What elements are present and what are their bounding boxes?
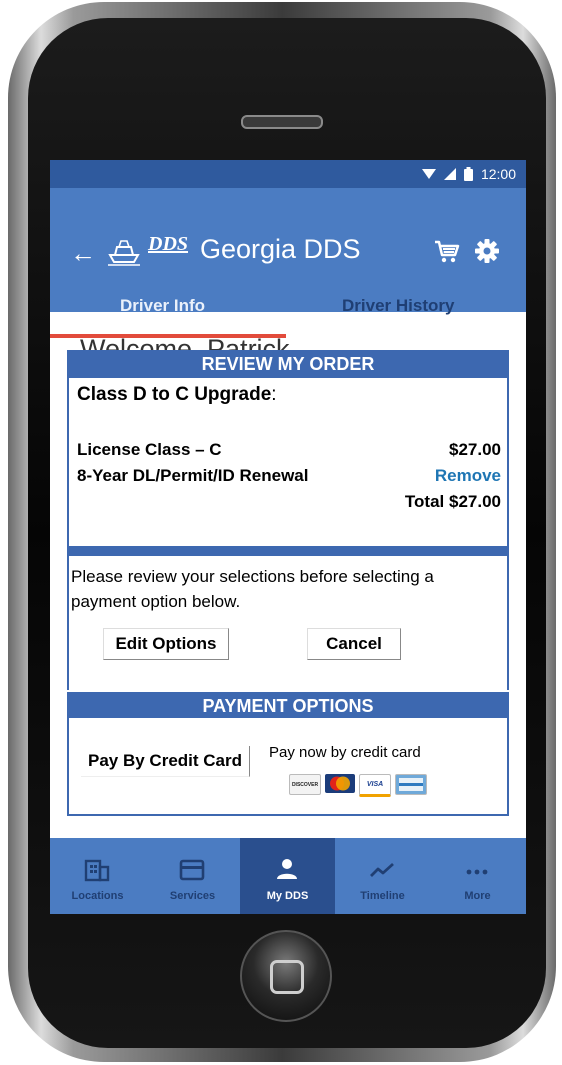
battery-icon xyxy=(463,167,473,181)
review-note: Please review your selections before sel… xyxy=(71,567,434,611)
person-icon xyxy=(277,859,297,879)
nav-item-timeline[interactable]: Timeline xyxy=(335,838,430,914)
phone-screen: 12:00 ← DDS Georgia DDS Driver Info Driv… xyxy=(50,160,526,914)
tab-driver-history[interactable]: Driver History xyxy=(342,296,454,316)
app-title: Georgia DDS xyxy=(200,234,361,264)
payment-options-header: PAYMENT OPTIONS xyxy=(67,692,509,720)
review-note-box: Please review your selections before sel… xyxy=(67,556,509,690)
payment-options-box: Pay By Credit Card Pay now by credit car… xyxy=(67,718,509,816)
nav-label: Locations xyxy=(71,890,124,902)
status-time: 12:00 xyxy=(480,166,516,182)
line-item-label: License Class – C xyxy=(77,440,222,459)
nav-item-more[interactable]: More xyxy=(430,838,525,914)
gear-icon[interactable] xyxy=(474,238,500,264)
back-arrow-icon[interactable]: ← xyxy=(70,240,96,266)
nav-label: More xyxy=(464,890,491,902)
line-item-price: $27.00 xyxy=(449,440,501,459)
status-bar: 12:00 xyxy=(50,160,526,188)
review-order-header: REVIEW MY ORDER xyxy=(67,350,509,378)
order-total: Total $27.00 xyxy=(404,492,501,511)
phone-speaker xyxy=(241,115,323,129)
dds-logo-icon xyxy=(108,240,140,266)
tab-driver-info[interactable]: Driver Info xyxy=(120,296,205,316)
review-order-box: Class D to C Upgrade: License Class – C … xyxy=(67,378,509,548)
line-item-label: 8-Year DL/Permit/ID Renewal xyxy=(77,466,309,485)
wifi-icon xyxy=(421,169,436,179)
remove-link[interactable]: Remove xyxy=(435,466,501,486)
nav-label: Timeline xyxy=(360,890,405,902)
trend-line-icon xyxy=(370,862,394,877)
edit-options-button[interactable]: Edit Options xyxy=(103,628,229,660)
nav-label: My DDS xyxy=(266,890,309,902)
home-square-icon xyxy=(270,960,304,994)
nav-item-locations[interactable]: Locations xyxy=(50,838,145,914)
card-icon xyxy=(179,859,205,881)
home-button[interactable] xyxy=(240,930,332,1022)
section-divider xyxy=(67,547,509,556)
accepted-cards: DISCOVER VISA xyxy=(289,774,427,797)
nav-item-services[interactable]: Services xyxy=(145,838,240,914)
cart-icon[interactable] xyxy=(434,240,460,264)
nav-item-my-dds[interactable]: My DDS xyxy=(240,838,335,914)
cancel-button[interactable]: Cancel xyxy=(307,628,401,660)
mastercard-icon xyxy=(325,774,355,793)
amex-card-icon xyxy=(395,774,427,795)
order-title: Class D to C Upgrade: xyxy=(77,384,277,405)
discover-card-icon: DISCOVER xyxy=(289,774,321,795)
building-icon xyxy=(84,859,110,882)
signal-icon xyxy=(443,168,456,180)
pay-by-credit-card-button[interactable]: Pay By Credit Card xyxy=(81,746,250,777)
logo-text: DDS xyxy=(148,233,189,255)
app-bar: ← DDS Georgia DDS Driver Info Driver His… xyxy=(50,188,526,338)
more-dots-icon xyxy=(466,869,488,875)
payment-description: Pay now by credit card xyxy=(269,744,421,761)
visa-card-icon: VISA xyxy=(359,774,391,797)
nav-label: Services xyxy=(169,890,216,902)
status-icons: 12:00 xyxy=(421,166,516,182)
bottom-nav: Locations Services My DDS Timeline More xyxy=(50,838,526,914)
